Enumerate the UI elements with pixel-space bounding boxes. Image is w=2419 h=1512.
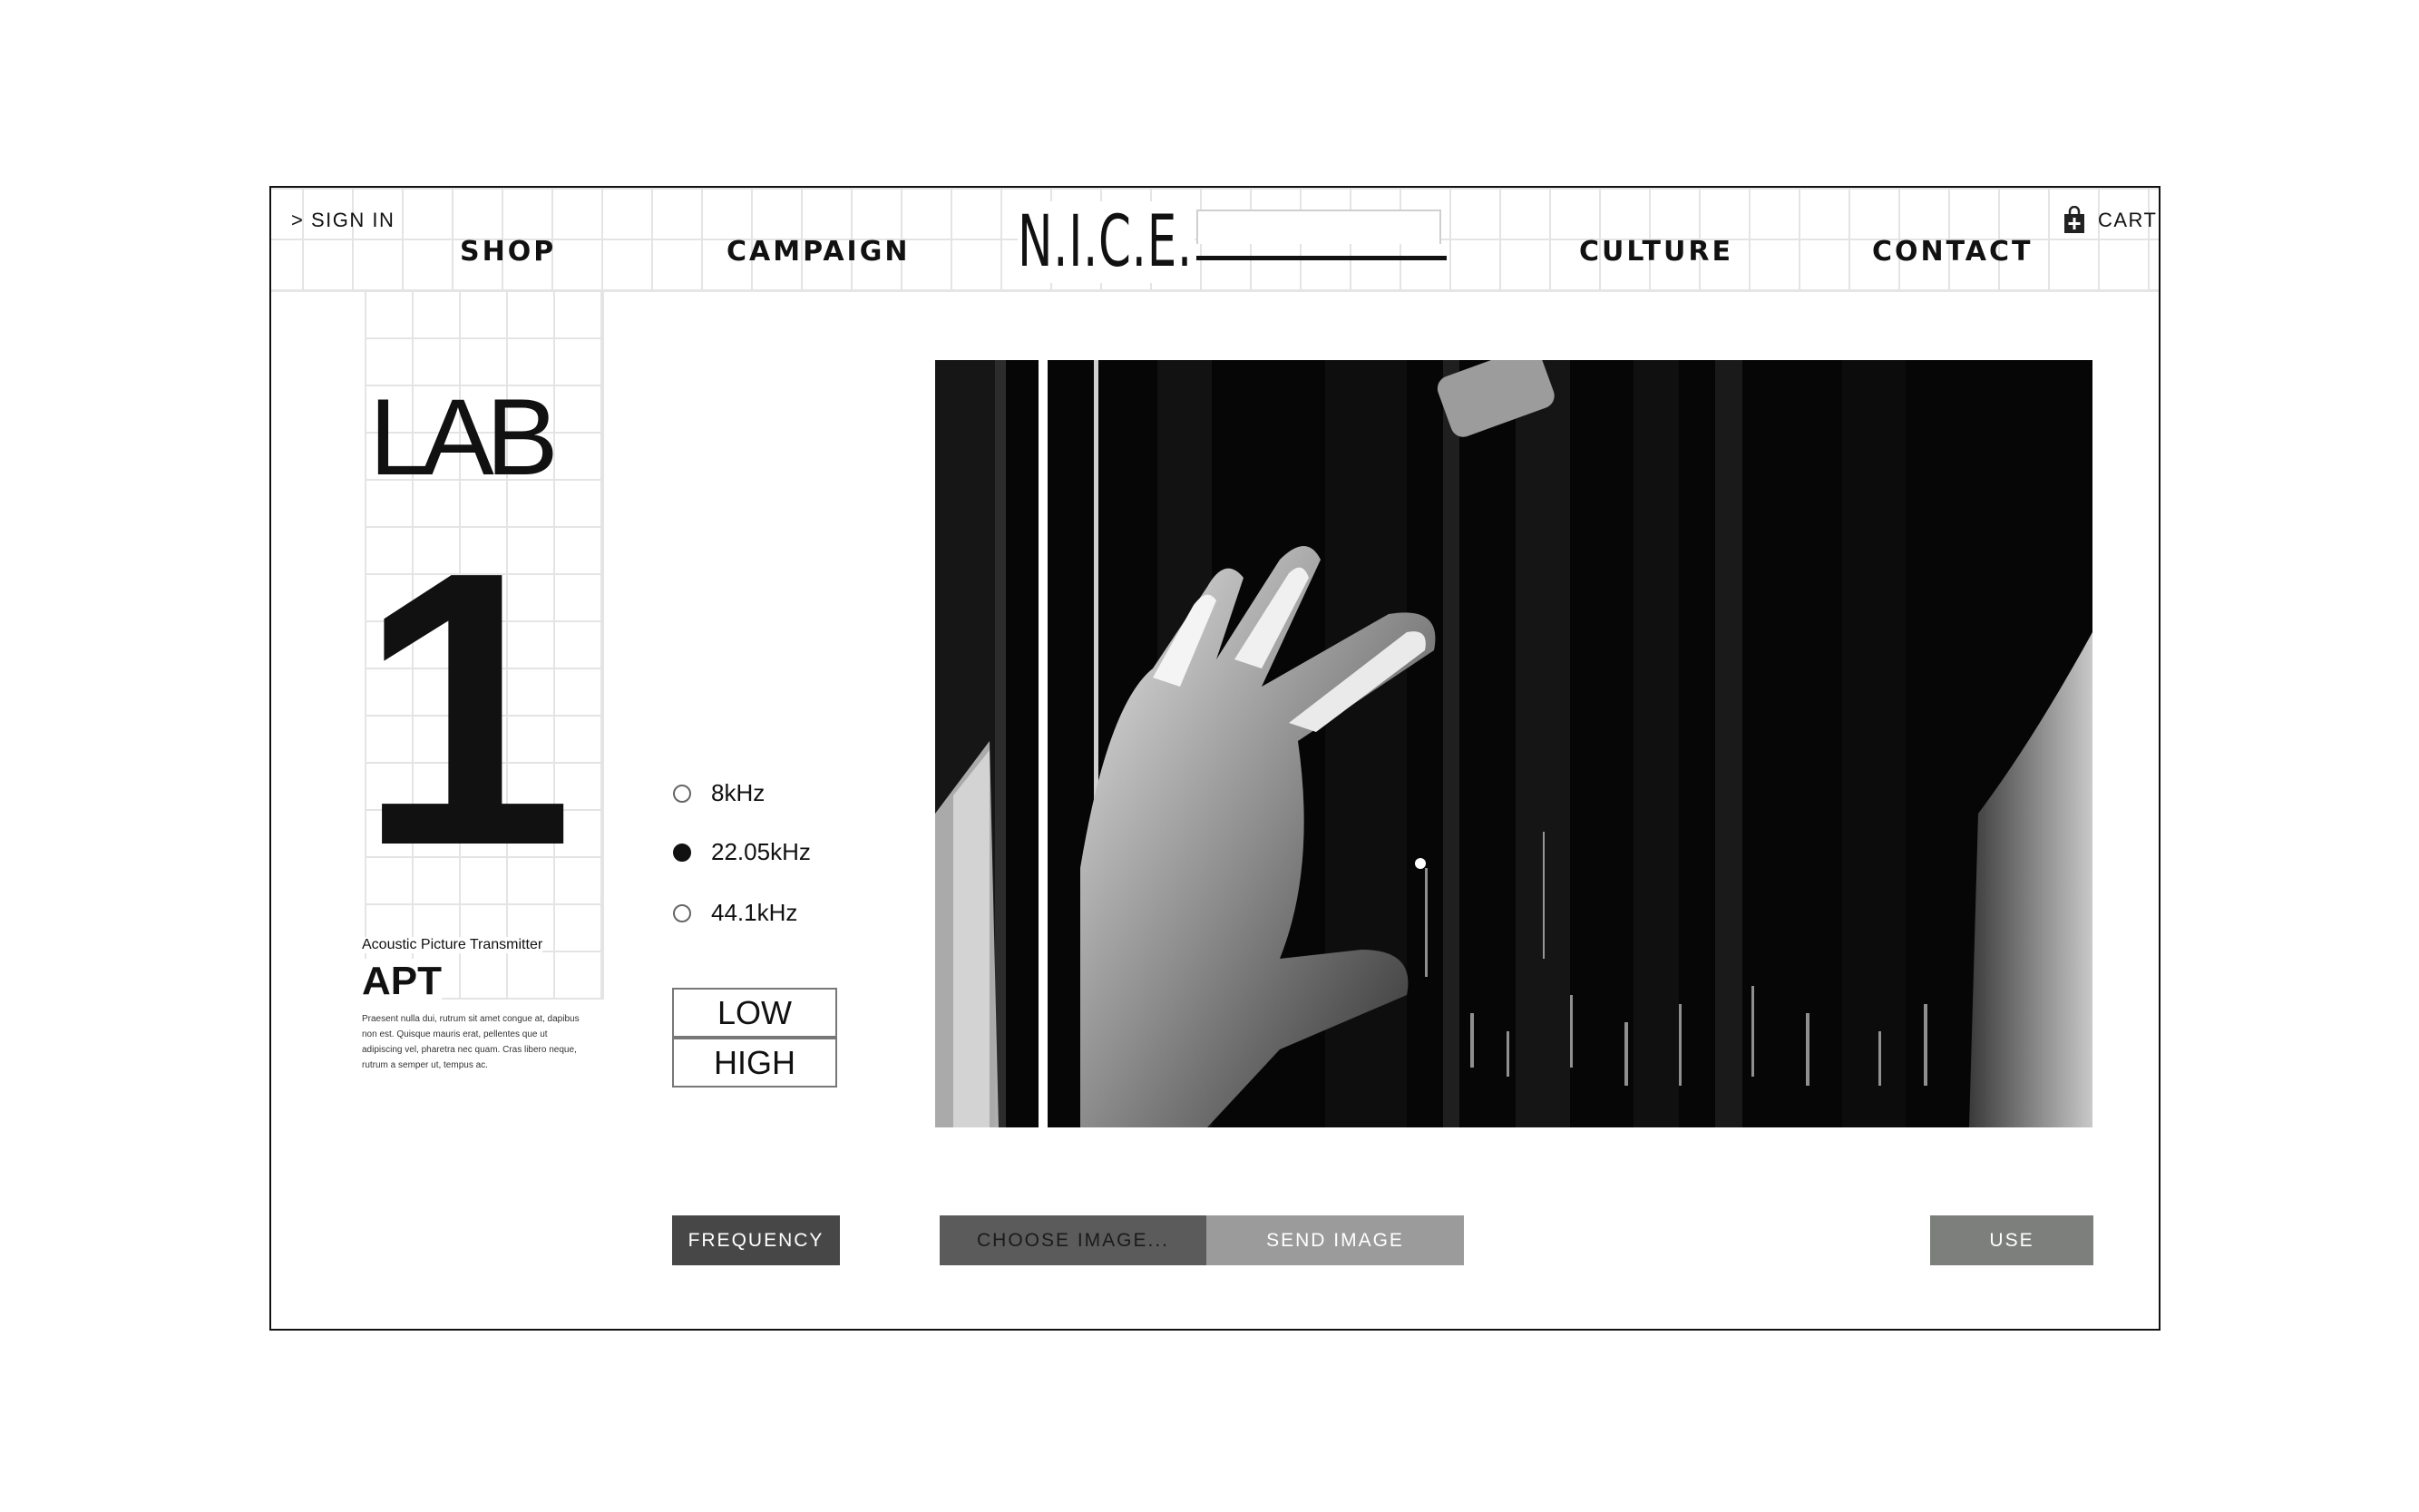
- choose-image-button[interactable]: CHOOSE IMAGE...: [940, 1215, 1206, 1265]
- radio-option-22khz[interactable]: 22.05kHz: [673, 838, 811, 866]
- search-underline: [1196, 256, 1447, 260]
- radio-icon[interactable]: [673, 903, 691, 922]
- cart-link[interactable]: CART: [2098, 209, 2158, 232]
- radio-option-44khz[interactable]: 44.1kHz: [673, 899, 797, 927]
- low-quality-button[interactable]: LOW: [672, 988, 837, 1038]
- lab-title: LAB: [369, 376, 559, 498]
- sign-in-link[interactable]: > SIGN IN: [291, 209, 395, 232]
- radio-label: 8kHz: [711, 779, 766, 806]
- frequency-button[interactable]: FREQUENCY: [672, 1215, 840, 1265]
- search-input[interactable]: [1196, 210, 1441, 244]
- radio-option-8khz[interactable]: 8kHz: [673, 779, 765, 807]
- radio-label: 22.05kHz: [711, 838, 811, 865]
- use-button[interactable]: USE: [1930, 1215, 2093, 1265]
- apt-subtitle: Acoustic Picture Transmitter: [362, 937, 543, 953]
- radio-icon[interactable]: [673, 784, 691, 803]
- cart-icon[interactable]: [2064, 206, 2084, 233]
- app-window: > SIGN IN SHOP CAMPAIGN N.I.C.E. CULTURE…: [269, 186, 2161, 1331]
- apt-description: Praesent nulla dui, rutrum sit amet cong…: [362, 1014, 580, 1070]
- lab-number: 1: [357, 492, 574, 927]
- brand-logo[interactable]: N.I.C.E.: [1018, 201, 1195, 283]
- nav-culture[interactable]: CULTURE: [1579, 236, 1733, 268]
- nav-campaign[interactable]: CAMPAIGN: [727, 236, 910, 268]
- apt-title: APT: [362, 959, 442, 1004]
- top-navigation: > SIGN IN SHOP CAMPAIGN N.I.C.E. CULTURE…: [271, 188, 2159, 292]
- radio-label: 44.1kHz: [711, 899, 798, 926]
- image-preview: [935, 360, 2092, 1127]
- received-image: [935, 360, 2092, 1127]
- high-quality-button[interactable]: HIGH: [672, 1038, 837, 1088]
- send-image-button[interactable]: SEND IMAGE: [1206, 1215, 1464, 1265]
- nav-contact[interactable]: CONTACT: [1872, 236, 2033, 268]
- radio-selected-icon[interactable]: [673, 843, 691, 862]
- nav-shop[interactable]: SHOP: [460, 236, 556, 268]
